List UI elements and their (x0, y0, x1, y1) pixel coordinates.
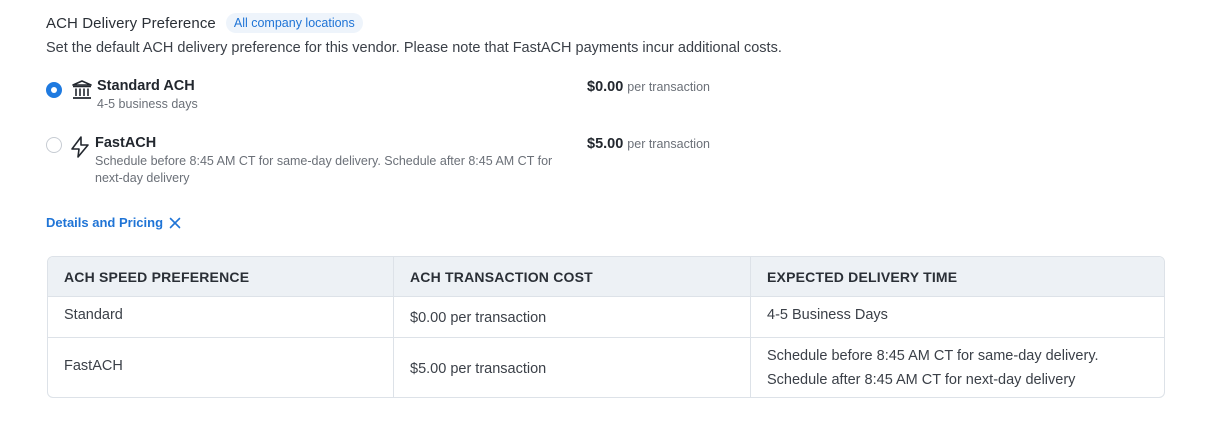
price-unit: per transaction (627, 80, 710, 94)
column-header: ACH TRANSACTION COST (393, 257, 750, 296)
standard-ach-price: $0.00 per transaction (587, 79, 710, 95)
fastach-price: $5.00 per transaction (587, 136, 710, 152)
delivery-cell: 4-5 Business Days (750, 297, 1164, 337)
table-row: FastACH $5.00 per transaction Schedule b… (48, 337, 1164, 397)
locations-badge: All company locations (225, 13, 363, 33)
column-header: EXPECTED DELIVERY TIME (750, 257, 1164, 296)
speed-cell: FastACH (64, 357, 123, 374)
details-link-label: Details and Pricing (46, 215, 164, 230)
close-icon[interactable] (169, 217, 181, 229)
standard-ach-text: Standard ACH 4-5 business days (97, 78, 577, 113)
column-header: ACH SPEED PREFERENCE (64, 268, 250, 285)
lightning-icon (71, 136, 89, 158)
delivery-line: Schedule before 8:45 AM CT for same-day … (767, 347, 1099, 364)
bank-icon (72, 80, 92, 99)
option-name: Standard ACH (97, 78, 195, 94)
delivery-line: Schedule after 8:45 AM CT for next-day d… (767, 371, 1076, 388)
option-description: 4-5 business days (97, 97, 198, 111)
cost-cell: $0.00 per transaction (393, 297, 750, 337)
ach-delivery-preference-panel: ACH Delivery Preference All company loca… (0, 0, 1212, 423)
option-standard-ach[interactable]: Standard ACH 4-5 business days (46, 78, 577, 113)
price-amount: $5.00 (587, 136, 624, 152)
pricing-table: ACH SPEED PREFERENCE ACH TRANSACTION COS… (47, 256, 1165, 398)
price-amount: $0.00 (587, 79, 624, 95)
section-header: ACH Delivery Preference All company loca… (46, 13, 363, 33)
option-fastach[interactable]: FastACH Schedule before 8:45 AM CT for s… (46, 135, 575, 187)
delivery-cell: Schedule before 8:45 AM CT for same-day … (750, 338, 1164, 397)
option-description: Schedule before 8:45 AM CT for same-day … (95, 154, 553, 185)
speed-cell: Standard (64, 307, 123, 323)
fastach-radio[interactable] (46, 137, 62, 153)
standard-ach-radio[interactable] (46, 82, 62, 98)
details-and-pricing-link[interactable]: Details and Pricing (46, 215, 181, 230)
section-title: ACH Delivery Preference (46, 14, 216, 32)
section-subtitle: Set the default ACH delivery preference … (46, 40, 782, 56)
price-unit: per transaction (627, 137, 710, 151)
table-header-row: ACH SPEED PREFERENCE ACH TRANSACTION COS… (48, 257, 1164, 296)
option-name: FastACH (95, 135, 157, 151)
cost-cell: $5.00 per transaction (393, 338, 750, 397)
fastach-text: FastACH Schedule before 8:45 AM CT for s… (95, 135, 575, 187)
table-row: Standard $0.00 per transaction 4-5 Busin… (48, 296, 1164, 337)
